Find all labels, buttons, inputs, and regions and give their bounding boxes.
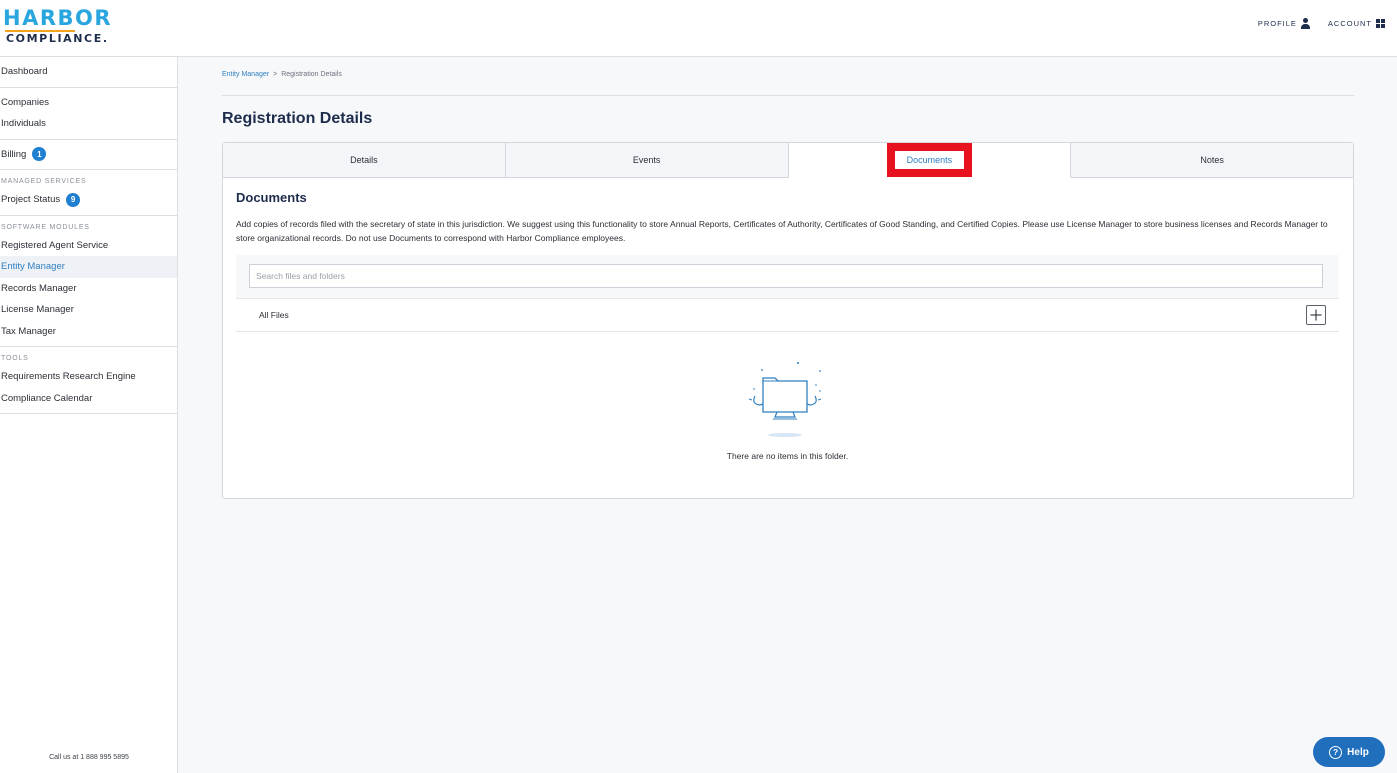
help-button[interactable]: ? Help — [1313, 737, 1385, 767]
tab-documents-label: Documents — [886, 143, 973, 177]
documents-panel: Documents Add copies of records filed wi… — [223, 178, 1353, 461]
empty-state: There are no items in this folder. — [236, 332, 1339, 461]
sidebar-item-project-status[interactable]: Project Status 9 — [0, 189, 177, 211]
sidebar-group-software-modules: SOFTWARE MODULES Registered Agent Servic… — [0, 216, 177, 347]
sidebar-item-billing[interactable]: Billing 1 — [0, 144, 177, 166]
sidebar-item-dashboard[interactable]: Dashboard — [0, 61, 177, 83]
logo-line2: COMPLIANCE. — [6, 32, 109, 45]
tab-bar: Details Events Documents Notes — [223, 143, 1353, 178]
person-icon — [1300, 18, 1310, 29]
search-input[interactable] — [249, 264, 1323, 288]
tab-events[interactable]: Events — [505, 143, 789, 177]
project-status-badge: 9 — [66, 192, 81, 207]
question-icon: ? — [1329, 745, 1343, 759]
sidebar-item-individuals[interactable]: Individuals — [0, 113, 177, 135]
logo-line1: HARBOR — [3, 6, 113, 30]
profile-label: PROFILE — [1257, 19, 1297, 28]
harbor-compliance-logo[interactable]: HARBOR COMPLIANCE. — [3, 7, 112, 45]
breadcrumb-current: Registration Details — [281, 71, 342, 78]
breadcrumb-divider — [222, 95, 1354, 96]
sidebar-group-managed-services: MANAGED SERVICES Project Status 9 — [0, 170, 177, 216]
sidebar-item-compliance-calendar[interactable]: Compliance Calendar — [0, 388, 177, 410]
account-link[interactable]: ACCOUNT — [1328, 19, 1385, 28]
page-title: Registration Details — [222, 110, 373, 127]
top-actions: PROFILE ACCOUNT — [1258, 18, 1385, 29]
sidebar-item-entity-manager[interactable]: Entity Manager — [0, 256, 177, 278]
sidebar-item-records-manager[interactable]: Records Manager — [0, 278, 177, 300]
sidebar-item-license-manager[interactable]: License Manager — [0, 299, 177, 321]
software-modules-heading: SOFTWARE MODULES — [1, 223, 90, 231]
add-file-button[interactable] — [1306, 305, 1326, 325]
account-label: ACCOUNT — [1327, 19, 1372, 28]
tab-documents[interactable]: Documents — [788, 143, 1072, 178]
search-container — [236, 255, 1339, 298]
sidebar-group-tools: TOOLS Requirements Research Engine Compl… — [0, 347, 177, 414]
tab-details[interactable]: Details — [223, 143, 506, 177]
sidebar-group-dashboard: Dashboard — [0, 57, 177, 88]
all-files-row: All Files — [236, 298, 1339, 332]
breadcrumb-separator: > — [273, 71, 278, 78]
empty-folder-icon — [748, 362, 821, 437]
documents-description: Add copies of records filed with the sec… — [236, 219, 1328, 243]
call-us-text: Call us at 1 888 995 5895 — [49, 754, 129, 761]
sidebar-item-registered-agent[interactable]: Registered Agent Service — [0, 235, 177, 257]
empty-message: There are no items in this folder. — [726, 451, 849, 461]
tab-notes-label: Notes — [1200, 155, 1224, 165]
grid-icon — [1376, 19, 1385, 28]
profile-link[interactable]: PROFILE — [1258, 18, 1310, 29]
breadcrumb: Entity Manager > Registration Details — [222, 71, 342, 78]
tab-notes[interactable]: Notes — [1071, 143, 1353, 177]
managed-services-heading: MANAGED SERVICES — [1, 178, 87, 185]
sidebar-group-entities: Companies Individuals — [0, 88, 177, 140]
sidebar-item-research-engine[interactable]: Requirements Research Engine — [0, 366, 177, 388]
help-label: Help — [1347, 746, 1369, 758]
tab-events-label: Events — [632, 155, 661, 165]
all-files-label[interactable]: All Files — [259, 310, 289, 320]
top-bar: HARBOR COMPLIANCE. PROFILE ACCOUNT — [0, 0, 1397, 57]
sidebar: Dashboard Companies Individuals Billing … — [0, 57, 178, 773]
sidebar-item-tax-manager[interactable]: Tax Manager — [0, 321, 177, 343]
tab-details-label: Details — [350, 155, 378, 165]
documents-title: Documents — [236, 190, 307, 205]
billing-count-badge: 1 — [32, 147, 47, 162]
sidebar-item-billing-label: Billing — [1, 148, 27, 160]
sidebar-item-companies[interactable]: Companies — [0, 92, 177, 114]
breadcrumb-entity-manager[interactable]: Entity Manager — [222, 71, 269, 78]
sidebar-group-billing: Billing 1 — [0, 140, 177, 170]
plus-icon — [1310, 309, 1322, 321]
registration-card: Details Events Documents Notes Documents… — [222, 142, 1354, 499]
tools-heading: TOOLS — [1, 355, 29, 362]
sidebar-item-project-status-label: Project Status — [1, 194, 61, 205]
